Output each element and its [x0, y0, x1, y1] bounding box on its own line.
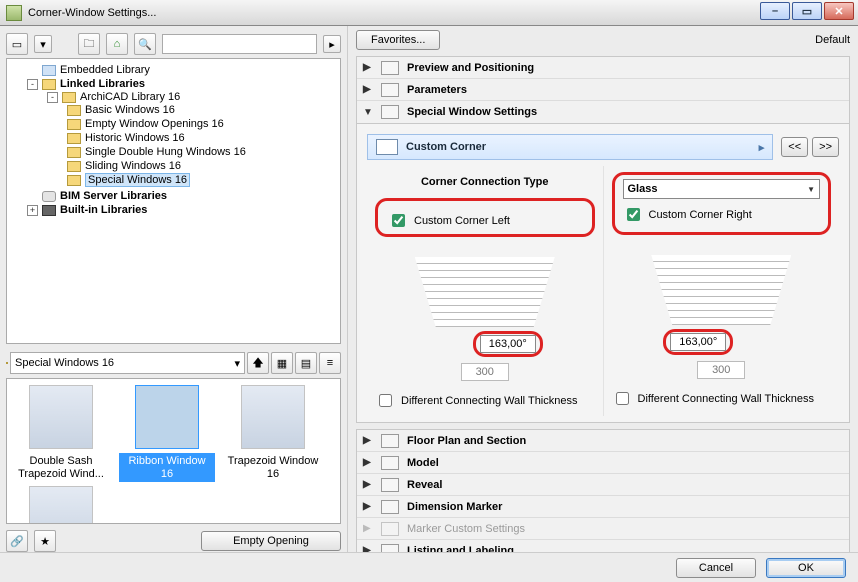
view-small-icon[interactable]: ▤	[295, 352, 317, 374]
width-left-input[interactable]: 300	[461, 363, 509, 381]
section-special[interactable]: ▼Special Window Settings	[357, 101, 849, 123]
angle-left-input[interactable]: 163,00°	[480, 335, 536, 353]
library-tree[interactable]: Embedded Library -Linked Libraries -Arch…	[6, 58, 341, 344]
chk-diffwall-right[interactable]	[616, 392, 629, 405]
up-folder-button[interactable]: 🡅	[247, 352, 269, 374]
maximize-button[interactable]: ▭	[792, 2, 822, 20]
thumbnail-grid: Double Sash Trapezoid Wind... Ribbon Win…	[6, 378, 341, 524]
ok-button[interactable]: OK	[766, 558, 846, 578]
highlight-right: Glass▼ Custom Corner Right	[612, 172, 832, 235]
cancel-button[interactable]: Cancel	[676, 558, 756, 578]
custom-corner-left-check[interactable]: Custom Corner Left	[388, 211, 582, 230]
angle-right-input[interactable]: 163,00°	[670, 333, 726, 351]
tree-folder-empty[interactable]: Empty Window Openings 16	[65, 117, 340, 131]
search-icon[interactable]: 🔍	[134, 33, 156, 55]
section-parameters[interactable]: ▶Parameters	[357, 79, 849, 101]
chk-diffwall-left[interactable]	[379, 394, 392, 407]
left-heading: Corner Connection Type	[375, 172, 595, 192]
default-label[interactable]: Default	[815, 34, 850, 46]
diffwall-left[interactable]: Different Connecting Wall Thickness	[375, 391, 595, 410]
width-right-input[interactable]: 300	[697, 361, 745, 379]
search-go[interactable]: ▸	[323, 35, 341, 53]
right-diagram	[612, 245, 832, 325]
section-markercustom: ▶Marker Custom Settings	[357, 518, 849, 540]
chk-left[interactable]	[392, 214, 405, 227]
thumb-trapezoid[interactable]: Trapezoid Window 16	[225, 385, 321, 482]
thumb-ribbon[interactable]: Ribbon Window 16	[119, 385, 215, 482]
plan-view-icon[interactable]: ▭	[6, 33, 28, 55]
section-preview[interactable]: ▶Preview and Positioning	[357, 57, 849, 79]
tree-folder-special[interactable]: Special Windows 16	[65, 173, 340, 187]
thumb-double-sash[interactable]: Double Sash Trapezoid Wind...	[13, 385, 109, 482]
favorites-icon[interactable]: ★	[34, 530, 56, 552]
titlebar: Corner-Window Settings... – ▭ ✕	[0, 0, 858, 26]
window-title: Corner-Window Settings...	[28, 7, 156, 19]
section-model[interactable]: ▶Model	[357, 452, 849, 474]
left-diagram	[375, 247, 595, 327]
section-reveal[interactable]: ▶Reveal	[357, 474, 849, 496]
special-panel: Custom Corner ▸ << >> Corner Connection …	[356, 124, 850, 423]
param-link-icon[interactable]: 🔗	[6, 530, 28, 552]
corner-icon	[376, 139, 398, 155]
dropdown-toggle[interactable]: ▾	[34, 35, 52, 53]
app-icon	[6, 5, 22, 21]
search-input[interactable]	[162, 34, 317, 54]
tree-folder-basic[interactable]: Basic Windows 16	[65, 103, 340, 117]
tree-embedded[interactable]: Embedded Library	[25, 63, 340, 77]
tree-bim[interactable]: BIM Server Libraries	[25, 189, 340, 203]
subtype-tree-icon[interactable]: ⌂	[106, 33, 128, 55]
dialog-buttons: Cancel OK	[0, 552, 858, 582]
custom-corner-right-check[interactable]: Custom Corner Right	[623, 205, 821, 224]
tree-archicad[interactable]: -ArchiCAD Library 16 Basic Windows 16 Em…	[45, 90, 340, 188]
empty-opening-button[interactable]: Empty Opening	[201, 531, 341, 551]
section-dimmarker[interactable]: ▶Dimension Marker	[357, 496, 849, 518]
close-button[interactable]: ✕	[824, 2, 854, 20]
view-list-icon[interactable]: ≡	[319, 352, 341, 374]
settings-pane: Favorites... Default ▶Preview and Positi…	[348, 26, 858, 552]
favorites-button[interactable]: Favorites...	[356, 30, 440, 50]
custom-corner-chip[interactable]: Custom Corner ▸	[367, 134, 773, 160]
section-floorplan[interactable]: ▶Floor Plan and Section	[357, 430, 849, 452]
tree-linked[interactable]: -Linked Libraries -ArchiCAD Library 16 B…	[25, 77, 340, 189]
library-pane: ▭ ▾ 🗀 ⌂ 🔍 ▸ Embedded Library -Linked Lib…	[0, 26, 348, 552]
diffwall-right[interactable]: Different Connecting Wall Thickness	[612, 389, 832, 408]
prev-panel-button[interactable]: <<	[781, 137, 808, 157]
tree-folder-sdh[interactable]: Single Double Hung Windows 16	[65, 145, 340, 159]
section-listing[interactable]: ▶Listing and Labeling	[357, 540, 849, 552]
chk-right[interactable]	[627, 208, 640, 221]
thumb-vent[interactable]: Vent Window 16	[13, 486, 109, 524]
highlight-left: Custom Corner Left	[375, 198, 595, 237]
tree-builtin[interactable]: +Built-in Libraries	[25, 203, 340, 217]
path-combo[interactable]: Special Windows 16▾	[10, 352, 245, 374]
tree-folder-historic[interactable]: Historic Windows 16	[65, 131, 340, 145]
glass-combo[interactable]: Glass▼	[623, 179, 821, 199]
folder-tree-icon[interactable]: 🗀	[78, 33, 100, 55]
folder-icon	[6, 362, 8, 364]
next-panel-button[interactable]: >>	[812, 137, 839, 157]
view-large-icon[interactable]: ▦	[271, 352, 293, 374]
minimize-button[interactable]: –	[760, 2, 790, 20]
tree-folder-sliding[interactable]: Sliding Windows 16	[65, 159, 340, 173]
